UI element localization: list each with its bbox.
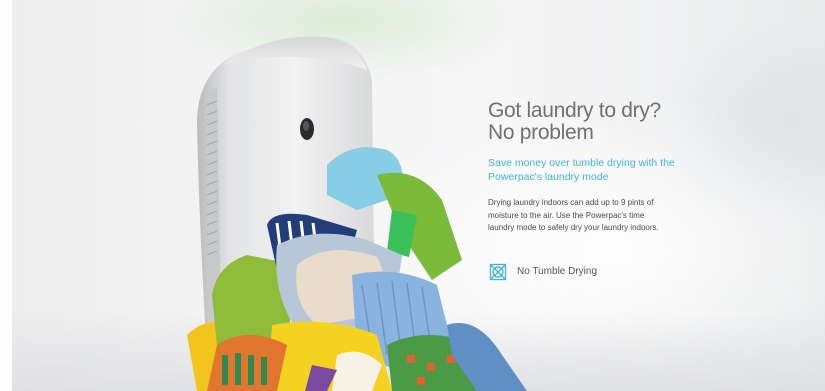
hero-headline: Got laundry to dry? No problem [488,100,748,144]
headline-line-2: No problem [488,121,594,144]
dehumidifier-laundry-image [187,36,527,391]
no-tumble-drying-icon [489,263,507,280]
feature-label: No Tumble Drying [517,266,598,277]
hero-text-block: Got laundry to dry? No problem Save mone… [488,100,748,282]
hero-body-text: Drying laundry indoors can add up to 9 p… [488,198,659,232]
headline-line-1: Got laundry to dry? [488,99,661,122]
page-margin [0,0,12,391]
hero-subheadline: Save money over tumble drying with the P… [488,157,675,183]
feature-no-tumble-drying: No Tumble Drying [488,262,748,282]
